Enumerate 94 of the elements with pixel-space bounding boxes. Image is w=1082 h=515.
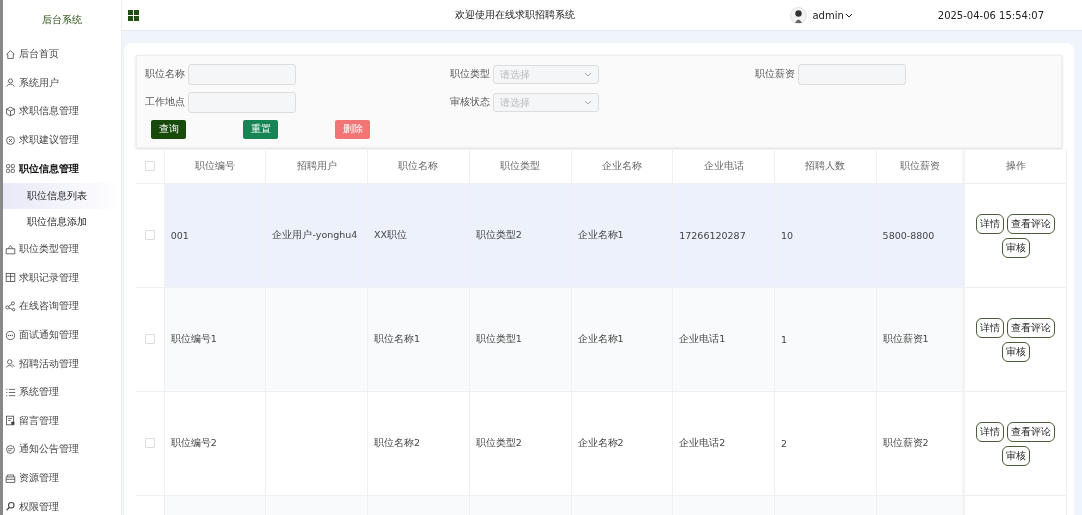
menu-icon: [5, 243, 16, 255]
table-cell: 职位类型2: [475, 437, 522, 448]
checkbox[interactable]: [144, 437, 155, 448]
menu-icon: [5, 329, 16, 341]
column-header: 操作: [964, 150, 1067, 184]
table-cell: 17266120287: [679, 230, 746, 241]
user-menu[interactable]: admin: [812, 9, 853, 21]
menu-icon: [5, 106, 16, 117]
avatar-icon[interactable]: [790, 6, 808, 24]
action-button[interactable]: 审核: [1001, 445, 1030, 466]
action-button[interactable]: 详情: [976, 317, 1005, 338]
sidebar-item[interactable]: 系统用户: [3, 68, 121, 98]
column-header: 职位类型: [469, 150, 571, 184]
action-button[interactable]: 详情: [976, 213, 1005, 234]
table-cell: 企业电话1: [679, 333, 726, 344]
sidebar-item[interactable]: 后台首页: [3, 40, 121, 69]
menu-icon: [5, 472, 16, 484]
action-button[interactable]: 审核: [1001, 341, 1030, 362]
menu-icon: [5, 272, 16, 284]
sidebar-item[interactable]: 系统管理: [3, 377, 121, 407]
menu-icon: [5, 48, 16, 60]
checkbox[interactable]: [144, 229, 155, 240]
caret-icon: [584, 100, 592, 105]
page-title: 欢迎使用在线求职招聘系统: [453, 8, 576, 22]
sidebar-item[interactable]: 职位信息管理: [3, 154, 121, 183]
caret-icon: [584, 72, 592, 77]
action-button[interactable]: 查看评论: [1007, 317, 1056, 338]
table-cell: 职位编号2: [170, 437, 217, 448]
caret-icon: [844, 12, 853, 18]
table-cell: 职位类型1: [475, 333, 522, 344]
reset-button[interactable]: 重置: [243, 120, 278, 139]
sidebar-item[interactable]: 求职建议管理: [3, 125, 121, 155]
table-cell: 001: [170, 230, 189, 241]
table-cell: 企业名称1: [577, 333, 624, 344]
column-header: 职位编号: [164, 150, 266, 184]
sidebar-item[interactable]: 权限管理: [3, 492, 121, 515]
sidebar-item[interactable]: 资源管理: [3, 463, 121, 493]
column-header: 企业名称: [571, 150, 673, 184]
action-button[interactable]: 查看评论: [1007, 421, 1056, 442]
menu-icon: [5, 501, 16, 513]
field-label: 职位类型: [450, 68, 490, 81]
column-header: 招聘人数: [774, 150, 877, 184]
menu-icon: [5, 163, 16, 175]
table-cell: 职位薪资2: [882, 437, 929, 448]
sidebar-item[interactable]: 职位类型管理: [3, 234, 121, 264]
search-button[interactable]: 查询: [151, 120, 186, 139]
column-header: 职位薪资: [876, 150, 965, 184]
table-cell: 2: [780, 438, 787, 449]
checkbox[interactable]: [144, 160, 155, 171]
checkbox[interactable]: [144, 333, 155, 344]
sidebar-item[interactable]: 求职记录管理: [3, 263, 121, 293]
column-header: 招聘用户: [265, 150, 368, 184]
datetime: 2025-04-06 15:54:07: [937, 9, 1044, 21]
menu-icon: [5, 415, 16, 427]
table-cell: 职位名称1: [374, 333, 421, 344]
sidebar-item[interactable]: 留言管理: [3, 406, 121, 436]
table-cell: 职位名称2: [374, 437, 421, 448]
field-label: 职位名称: [145, 68, 185, 81]
table-cell: 职位薪资1: [882, 333, 929, 344]
sidebar-title: 后台系统: [41, 13, 83, 27]
table-cell: 企业名称1: [577, 229, 624, 240]
menu-icon: [5, 134, 16, 146]
action-button[interactable]: 详情: [976, 421, 1005, 442]
column-header: 企业电话: [672, 150, 775, 184]
table-cell: 职位编号1: [170, 333, 217, 344]
table-cell: 企业用户-yonghu4: [272, 229, 358, 240]
menu-icon: [5, 443, 16, 455]
sidebar-item[interactable]: 在线咨询管理: [3, 292, 121, 321]
input-field[interactable]: [188, 92, 296, 113]
sidebar-item[interactable]: 招聘活动管理: [3, 349, 121, 378]
sidebar-item[interactable]: 面试通知管理: [3, 320, 121, 350]
menu-icon: [5, 77, 16, 89]
submenu-item[interactable]: 职位信息添加: [3, 208, 121, 235]
input-field[interactable]: [188, 64, 296, 85]
table-cell: 1: [780, 334, 787, 345]
table-cell: 职位类型2: [475, 229, 522, 240]
field-label: 工作地点: [145, 96, 185, 109]
menu-icon[interactable]: [128, 9, 139, 21]
table-cell: 企业名称2: [577, 437, 624, 448]
table-cell: 10: [780, 230, 793, 241]
sidebar-item[interactable]: 通知公告管理: [3, 435, 121, 464]
menu-icon: [5, 386, 16, 398]
input-field[interactable]: [798, 64, 906, 85]
menu-icon: [5, 300, 16, 312]
column-header: 职位名称: [367, 150, 470, 184]
sidebar-item[interactable]: 求职信息管理: [3, 97, 121, 126]
table-cell: XX职位: [374, 229, 408, 240]
action-button[interactable]: 查看评论: [1007, 213, 1056, 234]
action-button[interactable]: 审核: [1001, 237, 1030, 258]
field-label: 职位薪资: [755, 68, 795, 81]
table-cell: 企业电话2: [679, 437, 726, 448]
table-cell: 5800-8800: [882, 230, 935, 241]
field-label: 审核状态: [450, 96, 490, 109]
menu-icon: [5, 358, 16, 370]
